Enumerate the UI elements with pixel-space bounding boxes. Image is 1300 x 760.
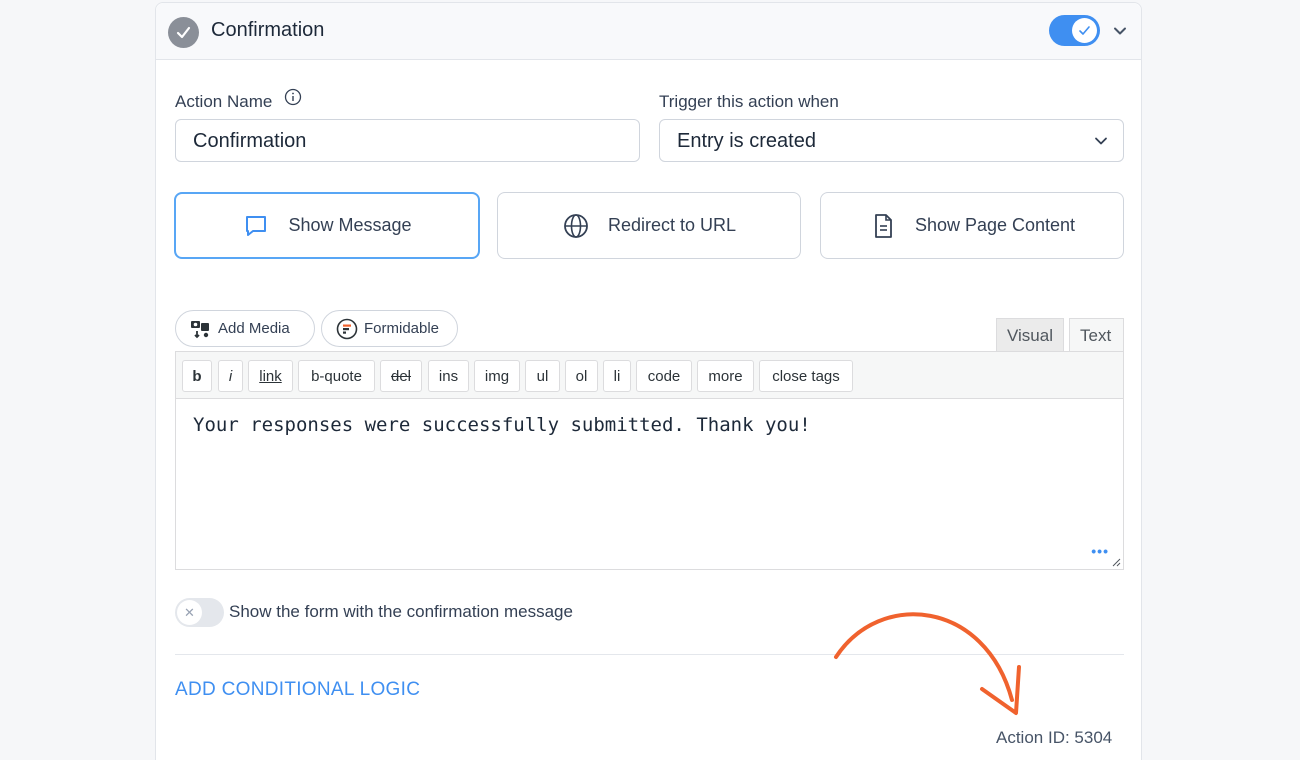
redirect-url-label: Redirect to URL <box>607 215 737 235</box>
show-page-content-option[interactable]: Show Page Content <box>820 192 1124 259</box>
text-editor: b i link b-quote del ins img ul ol li co… <box>175 351 1124 570</box>
show-form-toggle-label: Show the form with the confirmation mess… <box>229 602 573 621</box>
action-id-text: Action ID: 5304 <box>996 728 1113 747</box>
show-page-content-label: Show Page Content <box>914 215 1076 235</box>
formidable-logo-icon <box>336 318 358 339</box>
quicktag-ins-button[interactable]: ins <box>428 360 469 392</box>
show-message-label: Show Message <box>288 215 412 235</box>
quicktag-bquote-button[interactable]: b-quote <box>298 360 375 392</box>
toggle-check-icon <box>1072 18 1097 43</box>
trigger-select[interactable]: Entry is created <box>659 119 1124 162</box>
quicktag-ul-button[interactable]: ul <box>525 360 560 392</box>
chevron-down-icon <box>1095 137 1107 145</box>
tab-visual[interactable]: Visual <box>996 318 1064 352</box>
trigger-label: Trigger this action when <box>659 92 839 111</box>
chevron-down-icon[interactable] <box>1112 23 1128 39</box>
quicktag-li-button[interactable]: li <box>603 360 631 392</box>
add-media-button[interactable]: Add Media <box>175 310 315 347</box>
quicktag-ol-button[interactable]: ol <box>565 360 598 392</box>
add-conditional-logic-link[interactable]: ADD CONDITIONAL LOGIC <box>175 679 420 701</box>
media-icon <box>191 320 209 338</box>
action-name-input[interactable]: Confirmation <box>175 119 640 162</box>
add-media-label: Add Media <box>218 320 290 337</box>
quicktag-code-button[interactable]: code <box>636 360 692 392</box>
resize-handle-icon[interactable] <box>1111 557 1121 567</box>
divider <box>175 654 1124 655</box>
formidable-button[interactable]: Formidable <box>321 310 458 347</box>
more-options-icon[interactable]: ••• <box>1091 543 1109 559</box>
action-header[interactable]: Confirmation <box>156 3 1141 60</box>
quicktag-italic-button[interactable]: i <box>218 360 243 392</box>
message-icon <box>246 215 267 236</box>
quicktag-link-button[interactable]: link <box>248 360 293 392</box>
quicktag-del-button[interactable]: del <box>380 360 422 392</box>
formidable-label: Formidable <box>364 320 440 337</box>
quicktags-toolbar: b i link b-quote del ins img ul ol li co… <box>176 352 1123 399</box>
globe-icon <box>564 213 588 238</box>
action-name-label: Action Name <box>175 92 273 111</box>
check-icon <box>168 17 199 48</box>
trigger-select-value: Entry is created <box>677 130 816 152</box>
document-icon <box>875 213 892 238</box>
tab-text[interactable]: Text <box>1069 318 1124 353</box>
toggle-x-icon: ✕ <box>177 600 202 625</box>
show-form-toggle[interactable]: ✕ <box>175 598 224 627</box>
redirect-url-option[interactable]: Redirect to URL <box>497 192 801 259</box>
editor-content[interactable]: Your responses were successfully submitt… <box>193 414 811 436</box>
form-action-panel: Confirmation Action Name Trigger this ac… <box>155 2 1142 760</box>
quicktag-img-button[interactable]: img <box>474 360 520 392</box>
quicktag-close-tags-button[interactable]: close tags <box>759 360 853 392</box>
action-enabled-toggle[interactable] <box>1049 15 1100 46</box>
quicktag-bold-button[interactable]: b <box>182 360 212 392</box>
info-icon[interactable] <box>284 88 302 106</box>
quicktag-more-button[interactable]: more <box>697 360 754 392</box>
action-title: Confirmation <box>211 19 325 41</box>
show-message-option[interactable]: Show Message <box>174 192 480 259</box>
